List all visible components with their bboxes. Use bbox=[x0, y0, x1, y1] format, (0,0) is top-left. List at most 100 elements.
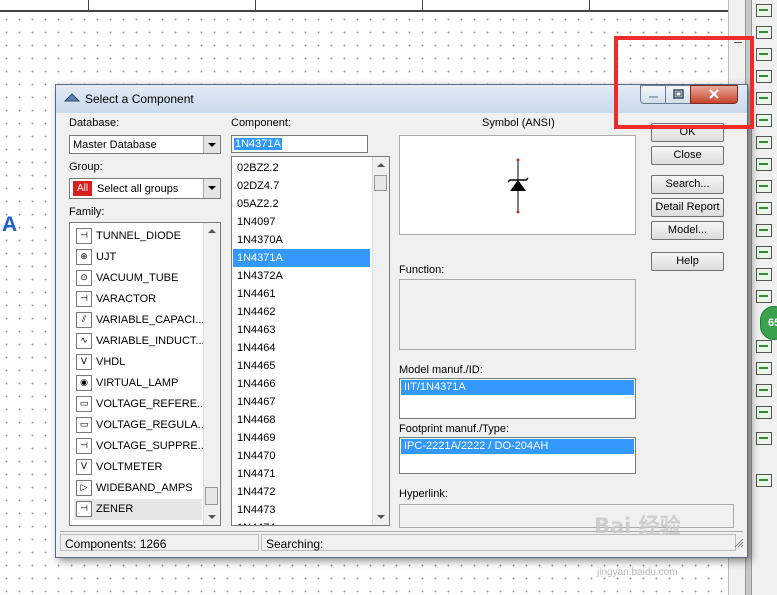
footprint-list[interactable]: IPC-2221A/2222 / DO-204AH bbox=[399, 437, 636, 474]
tunnel-diode-icon: ⊣ bbox=[76, 228, 92, 244]
family-item[interactable]: ∿ VARIABLE_INDUCT... bbox=[74, 331, 205, 352]
help-button[interactable]: Help bbox=[651, 252, 724, 271]
component-item[interactable]: 1N4466 bbox=[233, 375, 370, 393]
function-generator-icon[interactable] bbox=[756, 26, 772, 39]
component-item[interactable]: 1N4474 bbox=[233, 519, 370, 525]
search-button[interactable]: Search... bbox=[651, 175, 724, 194]
family-scrollbar[interactable] bbox=[203, 223, 220, 525]
bode-plotter-icon[interactable] bbox=[756, 114, 772, 127]
chevron-down-icon[interactable] bbox=[203, 179, 220, 198]
component-item[interactable]: 1N4473 bbox=[233, 501, 370, 519]
oscilloscope-icon[interactable] bbox=[756, 70, 772, 83]
component-list[interactable]: 02BZ2.2 02DZ4.7 05AZ2.2 1N4097 1N4370A 1N4371… bbox=[231, 156, 390, 526]
component-item[interactable]: 05AZ2.2 bbox=[233, 195, 370, 213]
agilent-multimeter-icon[interactable] bbox=[756, 362, 772, 375]
border-tick bbox=[422, 0, 423, 10]
component-item[interactable]: 1N4462 bbox=[233, 303, 370, 321]
component-item[interactable]: 1N4469 bbox=[233, 429, 370, 447]
scroll-down-icon[interactable] bbox=[208, 515, 216, 519]
family-item[interactable]: V VHDL bbox=[74, 352, 202, 373]
component-item[interactable]: 1N4464 bbox=[233, 339, 370, 357]
family-item[interactable]: ⊣ VOLTAGE_SUPPRE... bbox=[74, 436, 207, 457]
zener-icon: ⊣ bbox=[76, 501, 92, 517]
component-item-label: 1N4464 bbox=[237, 342, 276, 354]
component-item[interactable]: 1N4467 bbox=[233, 393, 370, 411]
family-list[interactable]: ⊣ TUNNEL_DIODE ⊕ UJT ⊙ VACUUM_TUBE ⊣ VARACTOR ⫽ V… bbox=[69, 222, 221, 526]
function-label: Function: bbox=[399, 264, 445, 276]
iv-analyzer-icon[interactable] bbox=[756, 224, 772, 237]
scroll-thumb[interactable] bbox=[374, 175, 387, 191]
family-item[interactable]: ▭ VOLTAGE_REGULA... bbox=[74, 415, 207, 436]
tektronix-scope-icon[interactable] bbox=[756, 406, 772, 419]
component-item[interactable]: 02BZ2.2 bbox=[233, 159, 370, 177]
hyperlink-field[interactable] bbox=[399, 504, 734, 528]
group-label: Group: bbox=[69, 161, 103, 173]
family-item[interactable]: ▭ VOLTAGE_REFERE... bbox=[74, 394, 206, 415]
family-item[interactable]: ▷ WIDEBAND_AMPS bbox=[74, 478, 202, 499]
agilent-generator-icon[interactable] bbox=[756, 340, 772, 353]
scroll-down-icon[interactable] bbox=[377, 515, 385, 519]
family-item-label: VARIABLE_CAPACI... bbox=[96, 314, 205, 326]
component-item[interactable]: 1N4371A bbox=[233, 249, 370, 267]
model-list[interactable]: IIT/1N4371A bbox=[399, 378, 636, 419]
family-item[interactable]: V VOLTMETER bbox=[74, 457, 202, 478]
family-label: Family: bbox=[69, 206, 105, 218]
network-analyzer-icon[interactable] bbox=[756, 290, 772, 303]
scroll-thumb[interactable] bbox=[205, 487, 218, 505]
agilent-scope-icon[interactable] bbox=[756, 384, 772, 397]
component-item[interactable]: 1N4463 bbox=[233, 321, 370, 339]
footprint-row[interactable]: IPC-2221A/2222 / DO-204AH bbox=[401, 439, 634, 454]
family-item-label: WIDEBAND_AMPS bbox=[96, 482, 193, 494]
four-channel-scope-icon[interactable] bbox=[756, 92, 772, 105]
group-select[interactable]: All Select all groups bbox=[69, 178, 221, 199]
family-item[interactable]: ⊣ ZENER bbox=[74, 499, 202, 520]
resize-grip-icon[interactable] bbox=[734, 538, 744, 548]
family-item[interactable]: ◉ VIRTUAL_LAMP bbox=[74, 373, 202, 394]
frequency-counter-icon[interactable] bbox=[756, 136, 772, 149]
component-item[interactable]: 1N4471 bbox=[233, 465, 370, 483]
database-select[interactable]: Master Database bbox=[69, 135, 221, 154]
spectrum-analyzer-icon[interactable] bbox=[756, 268, 772, 281]
component-search-input[interactable]: 1N4371A bbox=[231, 135, 368, 153]
family-item-label: UJT bbox=[96, 251, 117, 263]
border-tick bbox=[589, 0, 590, 10]
component-item[interactable]: 1N4097 bbox=[233, 213, 370, 231]
family-item[interactable]: ⫽ VARIABLE_CAPACI... bbox=[74, 310, 205, 331]
model-row[interactable]: IIT/1N4371A bbox=[401, 380, 634, 395]
component-scrollbar[interactable] bbox=[372, 157, 389, 525]
component-item[interactable]: 1N4461 bbox=[233, 285, 370, 303]
component-item[interactable]: 1N4472 bbox=[233, 483, 370, 501]
family-item[interactable]: ⊕ UJT bbox=[74, 247, 202, 268]
close-dialog-button[interactable]: Close bbox=[651, 146, 724, 165]
components-count-text: Components: 1266 bbox=[65, 537, 167, 551]
component-item[interactable]: 02DZ4.7 bbox=[233, 177, 370, 195]
component-item-label: 1N4472 bbox=[237, 486, 276, 498]
component-item[interactable]: 1N4470 bbox=[233, 447, 370, 465]
model-label: Model manuf./ID: bbox=[399, 364, 483, 376]
family-item[interactable]: ⊣ TUNNEL_DIODE bbox=[74, 226, 202, 247]
current-probe-icon[interactable] bbox=[756, 474, 772, 487]
chevron-down-icon[interactable] bbox=[203, 136, 220, 153]
component-item-label: 1N4473 bbox=[237, 504, 276, 516]
detail-report-button[interactable]: Detail Report bbox=[651, 198, 724, 217]
distortion-analyzer-icon[interactable] bbox=[756, 246, 772, 259]
hyperlink-label: Hyperlink: bbox=[399, 488, 448, 500]
family-item-label: VOLTAGE_REGULA... bbox=[96, 419, 207, 431]
logic-converter-icon[interactable] bbox=[756, 202, 772, 215]
word-generator-icon[interactable] bbox=[756, 158, 772, 171]
scroll-up-icon[interactable] bbox=[208, 229, 216, 233]
family-item[interactable]: ⊣ VARACTOR bbox=[74, 289, 202, 310]
component-item[interactable]: 1N4372A bbox=[233, 267, 370, 285]
family-item[interactable]: ⊙ VACUUM_TUBE bbox=[74, 268, 202, 289]
multimeter-icon[interactable] bbox=[756, 4, 772, 17]
logic-analyzer-icon[interactable] bbox=[756, 180, 772, 193]
scroll-up-icon[interactable] bbox=[377, 163, 385, 167]
measurement-probe-icon[interactable] bbox=[756, 432, 772, 445]
model-button[interactable]: Model... bbox=[651, 221, 724, 240]
status-badge[interactable]: 65 bbox=[760, 306, 777, 340]
component-item[interactable]: 1N4465 bbox=[233, 357, 370, 375]
wattmeter-icon[interactable] bbox=[756, 48, 772, 61]
component-item-label: 1N4462 bbox=[237, 306, 276, 318]
component-item[interactable]: 1N4370A bbox=[233, 231, 370, 249]
component-item[interactable]: 1N4468 bbox=[233, 411, 370, 429]
